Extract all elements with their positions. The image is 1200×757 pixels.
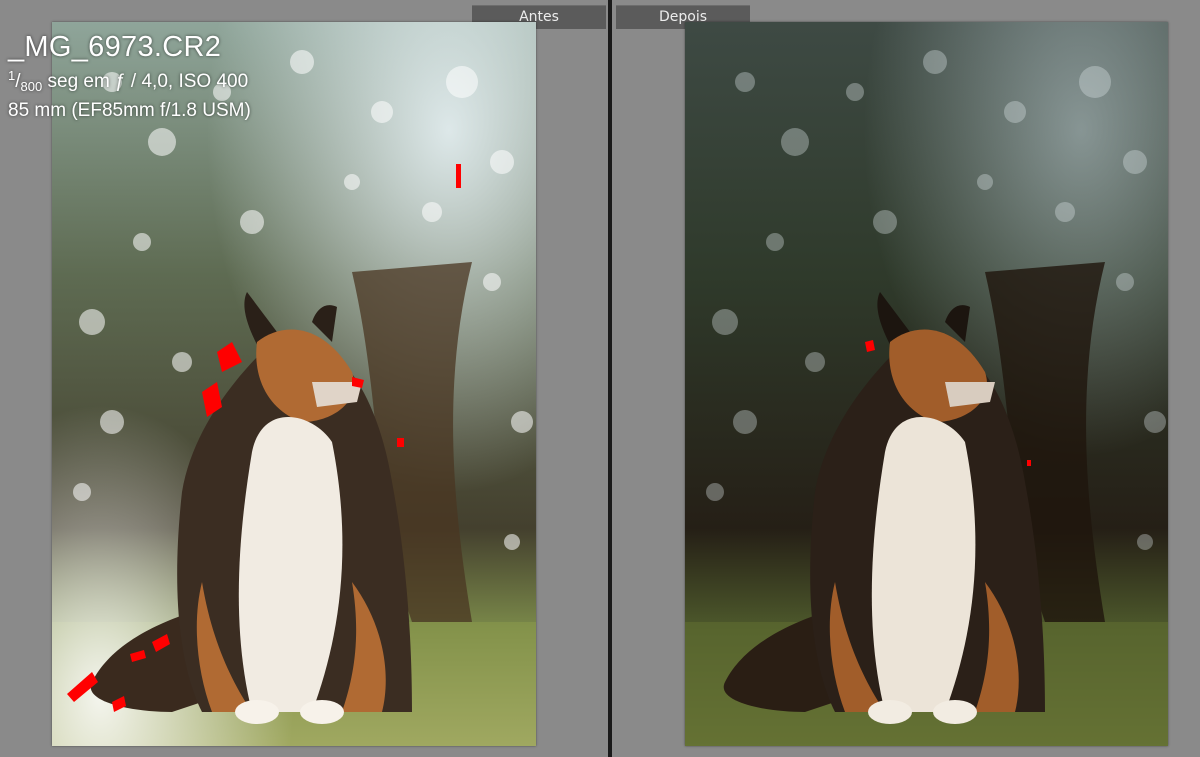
exposure-info: 1/800 seg em ƒ / 4,0, ISO 400 bbox=[8, 68, 249, 94]
exposure-details: seg em ƒ / 4,0, ISO 400 bbox=[47, 71, 249, 92]
file-name: _MG_6973.CR2 bbox=[8, 31, 222, 63]
lens-info: 85 mm (EF85mm f/1.8 USM) bbox=[8, 100, 251, 121]
dog-photo-before bbox=[52, 22, 536, 746]
shutter-denominator: 800 bbox=[20, 79, 43, 94]
before-panel: Antes _MG_6973.CR2 1/800 seg em ƒ / 4,0,… bbox=[0, 0, 608, 757]
after-panel: Depois bbox=[612, 0, 1200, 757]
before-photo[interactable] bbox=[52, 22, 536, 746]
dog-photo-after bbox=[685, 22, 1168, 746]
photo-info-overlay: _MG_6973.CR2 1/800 seg em ƒ / 4,0, ISO 4… bbox=[8, 30, 251, 123]
after-photo[interactable] bbox=[685, 22, 1168, 746]
